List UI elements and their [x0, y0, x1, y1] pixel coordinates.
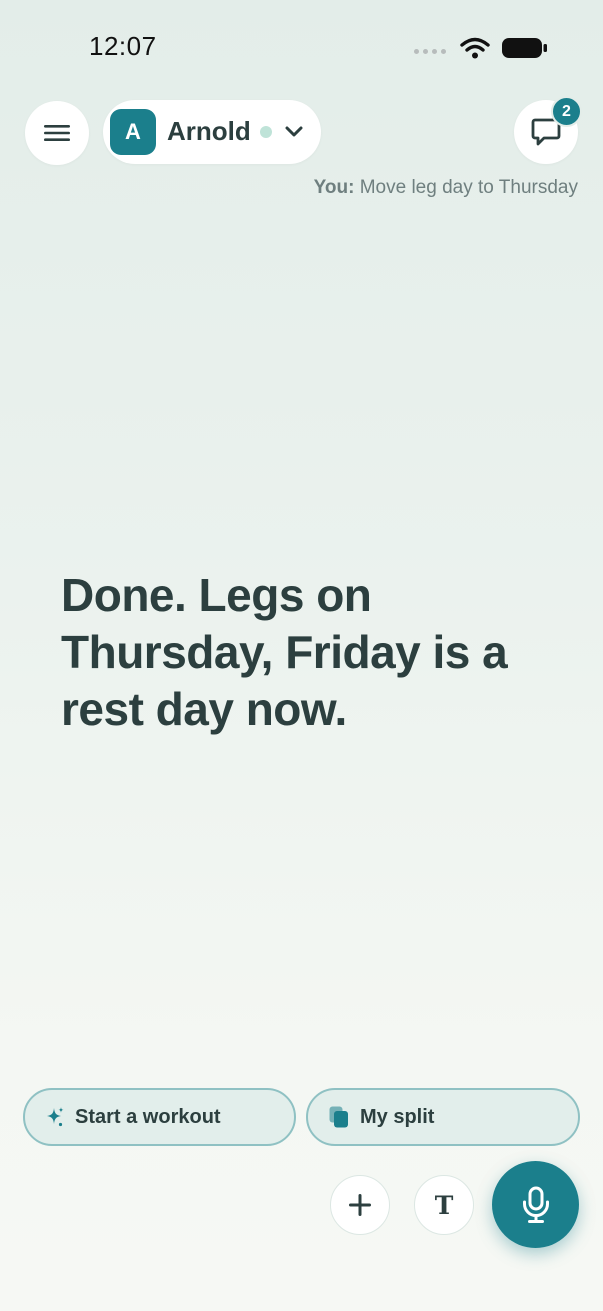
status-icons: [414, 36, 548, 60]
online-status-dot: [260, 126, 272, 138]
microphone-button[interactable]: [492, 1161, 579, 1248]
my-split-label: My split: [360, 1105, 435, 1128]
signal-dots-icon: [414, 48, 446, 54]
battery-icon: [502, 38, 547, 58]
hamburger-menu-icon: [44, 125, 70, 141]
sparkle-icon: [47, 1107, 64, 1127]
start-workout-chip[interactable]: Start a workout: [23, 1088, 296, 1146]
assistant-reply: Done. Legs on Thursday, Friday is a rest…: [61, 569, 508, 735]
wifi-icon: [460, 37, 490, 59]
my-split-chip[interactable]: My split: [306, 1088, 580, 1146]
copy-pages-icon: [329, 1106, 348, 1128]
add-button[interactable]: [330, 1175, 390, 1235]
notification-badge: 2: [551, 96, 582, 127]
profile-switcher[interactable]: A Arnold: [103, 100, 321, 164]
menu-button[interactable]: [25, 101, 89, 165]
avatar: A: [110, 109, 156, 155]
microphone-icon: [522, 1186, 549, 1223]
text-input-button[interactable]: T: [414, 1175, 474, 1235]
last-message-sender: You:: [313, 177, 355, 198]
status-time: 12:07: [89, 31, 157, 61]
last-message: You: Move leg day to Thursday: [314, 177, 578, 199]
start-workout-label: Start a workout: [75, 1105, 221, 1128]
chevron-down-icon: [285, 126, 303, 137]
plus-icon: [349, 1194, 371, 1216]
profile-name: Arnold: [167, 116, 251, 146]
text-t-icon: T: [434, 1190, 454, 1220]
last-message-text: Move leg day to Thursday: [359, 177, 578, 198]
